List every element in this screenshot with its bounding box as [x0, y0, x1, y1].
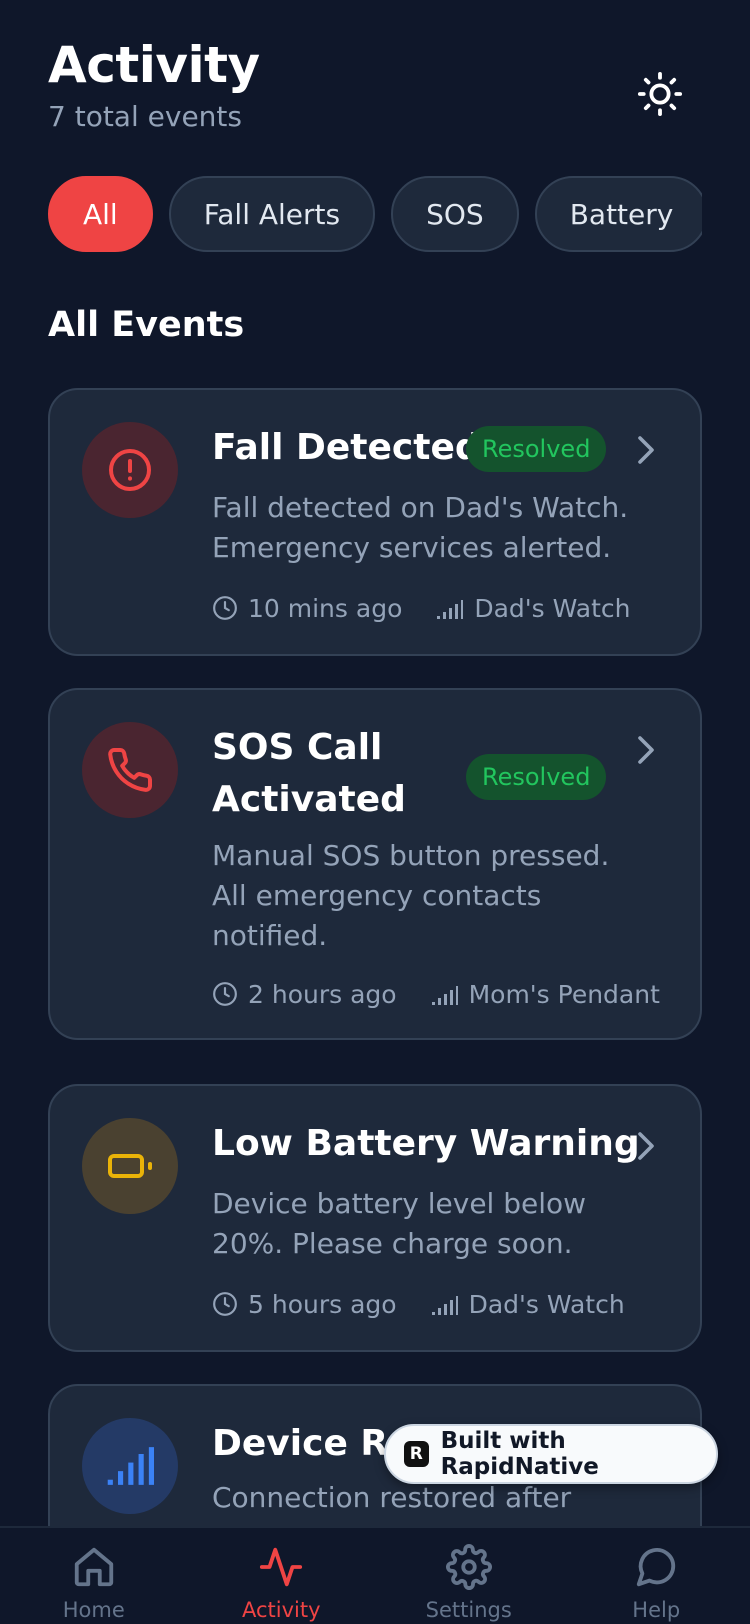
event-title: Fall Detected: [212, 427, 481, 468]
event-title: Device Re: [212, 1423, 413, 1464]
phone-icon: [108, 748, 153, 792]
event-icon-circle: [82, 422, 178, 518]
rapidnative-logo-icon: R: [404, 1441, 429, 1467]
event-description: Device battery level below 20%. Please c…: [212, 1187, 587, 1260]
filter-chip-battery[interactable]: Battery: [534, 176, 702, 252]
filter-chip-fall-alerts[interactable]: Fall Alerts: [168, 176, 376, 252]
event-time: 5 hours ago: [248, 1289, 397, 1319]
event-title: SOS Call Activated: [212, 727, 406, 820]
chevron-right-icon: [634, 732, 658, 768]
tab-label: Settings: [425, 1598, 512, 1622]
event-meta: 5 hours ago Dad's Watch: [212, 1288, 625, 1320]
alert-circle-icon: [109, 449, 151, 491]
event-card-low-battery[interactable]: Low Battery Warning Device battery level…: [48, 1084, 702, 1352]
event-card-sos-call[interactable]: SOS Call Activated Resolved Manual SOS b…: [48, 688, 702, 1040]
signal-icon: [107, 1447, 154, 1485]
tab-home[interactable]: Home: [0, 1528, 188, 1624]
battery-low-icon: [108, 1154, 152, 1178]
clock-icon: [212, 595, 238, 621]
bottom-tab-bar: Home Activity Settings Help: [0, 1526, 750, 1624]
gear-icon: [445, 1544, 492, 1590]
event-count: 7 total events: [48, 100, 242, 133]
signal-icon: [431, 982, 459, 1006]
theme-toggle-button[interactable]: [630, 64, 690, 124]
filter-chip-all[interactable]: All: [48, 176, 153, 252]
status-badge: Resolved: [466, 426, 607, 472]
section-title: All Events: [48, 305, 245, 345]
tab-label: Activity: [241, 1598, 321, 1622]
home-icon: [74, 1547, 113, 1587]
event-list: Fall Detected Resolved Fall detected on …: [48, 388, 702, 1526]
event-meta: 10 mins ago Dad's Watch: [212, 592, 630, 624]
event-description: Manual SOS button pressed. All emergency…: [212, 839, 610, 952]
page-title: Activity: [48, 36, 260, 94]
tab-activity[interactable]: Activity: [188, 1528, 376, 1624]
event-description: Connection restored after: [212, 1481, 572, 1514]
tab-settings[interactable]: Settings: [375, 1528, 563, 1624]
event-title: Low Battery Warning: [212, 1123, 640, 1164]
event-device: Dad's Watch: [468, 1289, 625, 1319]
event-icon-circle: [82, 1118, 178, 1214]
sun-icon: [637, 71, 683, 117]
event-description: Fall detected on Dad's Watch. Emergency …: [212, 491, 629, 564]
signal-icon: [436, 596, 464, 620]
activity-icon: [260, 1547, 303, 1587]
event-time: 10 mins ago: [248, 593, 403, 623]
status-badge: Resolved: [466, 754, 607, 800]
event-device: Mom's Pendant: [468, 979, 660, 1009]
event-device: Dad's Watch: [474, 593, 631, 623]
filter-chip-sos[interactable]: SOS: [391, 176, 519, 252]
tab-label: Help: [632, 1598, 681, 1622]
clock-icon: [212, 1291, 238, 1317]
chat-bubble-icon: [637, 1548, 676, 1587]
event-icon-circle: [82, 722, 178, 818]
filter-chips: All Fall Alerts SOS Battery: [48, 176, 702, 252]
event-meta: 2 hours ago Mom's Pendant: [212, 978, 660, 1010]
tab-label: Home: [62, 1598, 125, 1622]
signal-icon: [431, 1292, 459, 1316]
clock-icon: [212, 981, 238, 1007]
header: Activity 7 total events: [48, 36, 702, 146]
chevron-right-icon: [634, 1128, 658, 1164]
tab-help[interactable]: Help: [563, 1528, 750, 1624]
built-with-label: Built with RapidNative: [440, 1428, 599, 1480]
event-time: 2 hours ago: [248, 979, 397, 1009]
event-card-fall-detected[interactable]: Fall Detected Resolved Fall detected on …: [48, 388, 702, 656]
event-icon-circle: [82, 1418, 178, 1514]
chevron-right-icon: [634, 432, 658, 468]
built-with-badge[interactable]: R Built with RapidNative: [384, 1424, 718, 1484]
